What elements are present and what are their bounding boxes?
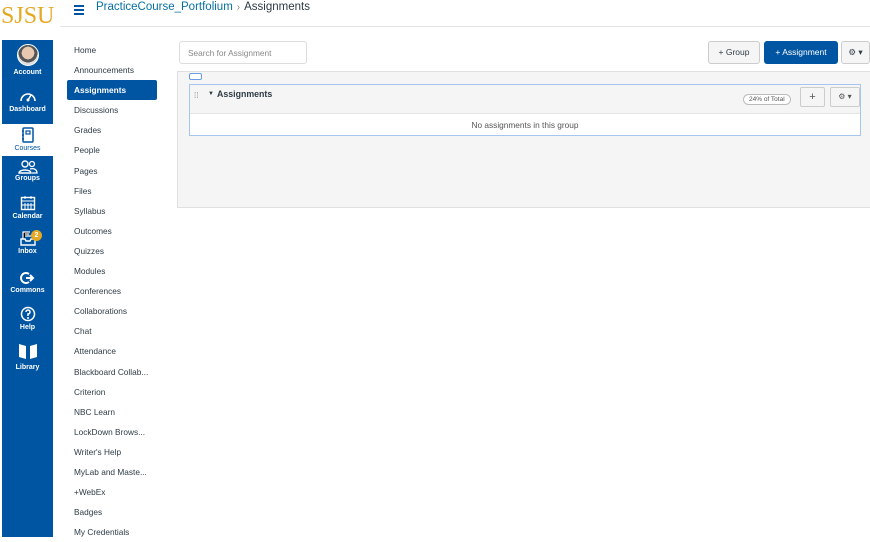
add-assignment-button[interactable]: + Assignment bbox=[764, 41, 838, 64]
global-nav-help[interactable]: Help bbox=[2, 306, 53, 338]
global-nav-label: Library bbox=[15, 364, 40, 371]
global-nav-account[interactable]: Account bbox=[2, 44, 53, 78]
course-nav-item-collaborations[interactable]: Collaborations bbox=[67, 301, 157, 321]
top-bar: PracticeCourse_Portfolium › Assignments bbox=[60, 0, 870, 27]
group-settings-button[interactable]: ⚙ ▾ bbox=[830, 87, 860, 107]
course-nav-item-quizzes[interactable]: Quizzes bbox=[67, 241, 157, 261]
global-nav-label: Account bbox=[13, 69, 42, 76]
settings-gear-button[interactable]: ⚙ ▾ bbox=[841, 41, 870, 64]
global-nav-courses[interactable]: Courses bbox=[2, 124, 53, 156]
calendar-icon bbox=[20, 196, 35, 211]
course-nav-item-files[interactable]: Files bbox=[67, 181, 157, 201]
course-nav-item-conferences[interactable]: Conferences bbox=[67, 281, 157, 301]
global-nav-groups[interactable]: Groups bbox=[2, 160, 53, 192]
course-nav-item-home[interactable]: Home bbox=[67, 40, 157, 60]
global-nav-label: Groups bbox=[15, 175, 40, 182]
global-nav-label: Help bbox=[19, 324, 36, 331]
breadcrumb-course-link[interactable]: PracticeCourse_Portfolium bbox=[96, 1, 233, 13]
global-nav-library[interactable]: Library bbox=[2, 342, 53, 378]
add-assignment-to-group-button[interactable]: + bbox=[800, 87, 825, 107]
search-assignment-input[interactable]: Search for Assignment bbox=[179, 41, 307, 64]
menu-toggle-icon[interactable] bbox=[74, 5, 84, 17]
course-nav-item-announcements[interactable]: Announcements bbox=[67, 60, 157, 80]
course-nav-item-writer-s-help[interactable]: Writer's Help bbox=[67, 442, 157, 462]
inbox-unread-badge: 2 bbox=[31, 230, 42, 241]
course-nav-item-discussions[interactable]: Discussions bbox=[67, 100, 157, 120]
dashboard-icon bbox=[19, 93, 36, 102]
empty-group-message: No assignments in this group bbox=[471, 120, 579, 130]
breadcrumb: PracticeCourse_Portfolium › Assignments bbox=[96, 1, 310, 13]
assignment-group-title: Assignments bbox=[217, 89, 273, 99]
course-nav-item-webex[interactable]: +WebEx bbox=[67, 482, 157, 502]
account-avatar bbox=[16, 44, 39, 66]
courses-icon bbox=[21, 127, 34, 143]
course-nav-item-nbc-learn[interactable]: NBC Learn bbox=[67, 402, 157, 422]
course-nav-item-outcomes[interactable]: Outcomes bbox=[67, 221, 157, 241]
global-nav-commons[interactable]: Commons bbox=[2, 271, 53, 303]
course-nav-item-mylab-and-maste[interactable]: MyLab and Maste... bbox=[67, 462, 157, 482]
breadcrumb-separator: › bbox=[236, 2, 241, 13]
sjsu-logo[interactable]: SJSU bbox=[0, 0, 60, 40]
course-nav-item-lockdown-brows[interactable]: LockDown Brows... bbox=[67, 422, 157, 442]
course-nav-item-grades[interactable]: Grades bbox=[67, 120, 157, 140]
collapse-all-toggle[interactable] bbox=[189, 73, 202, 80]
course-nav-item-attendance[interactable]: Attendance bbox=[67, 341, 157, 361]
course-nav-item-badges[interactable]: Badges bbox=[67, 502, 157, 522]
global-nav-label: Commons bbox=[10, 287, 45, 294]
global-nav-label: Dashboard bbox=[9, 106, 46, 113]
course-nav-item-my-credentials[interactable]: My Credentials bbox=[67, 522, 157, 542]
commons-icon bbox=[19, 272, 34, 284]
drag-handle-icon[interactable]: ⁞⁞ bbox=[194, 91, 198, 100]
course-nav-item-blackboard-collab[interactable]: Blackboard Collab... bbox=[67, 362, 157, 382]
global-nav-label: Courses bbox=[14, 145, 41, 152]
course-nav-item-syllabus[interactable]: Syllabus bbox=[67, 201, 157, 221]
assignment-group: ⁞⁞ ▼ Assignments 24% of Total + ⚙ ▾ No a… bbox=[189, 84, 861, 136]
global-nav-calendar[interactable]: Calendar bbox=[2, 195, 53, 227]
course-nav-item-modules[interactable]: Modules bbox=[67, 261, 157, 281]
global-nav-inbox[interactable]: 2 Inbox bbox=[2, 230, 53, 262]
help-icon bbox=[20, 306, 35, 322]
course-nav-item-criterion[interactable]: Criterion bbox=[67, 382, 157, 402]
course-nav: Home Announcements Assignments Discussions G… bbox=[67, 40, 157, 542]
add-group-button[interactable]: + Group bbox=[708, 41, 760, 64]
group-weight-badge: 24% of Total bbox=[743, 94, 791, 105]
groups-icon bbox=[17, 160, 38, 174]
course-nav-item-assignments[interactable]: Assignments bbox=[67, 80, 157, 101]
global-nav-label: Calendar bbox=[12, 213, 43, 220]
breadcrumb-current: Assignments bbox=[244, 1, 310, 13]
global-nav-label: Inbox bbox=[18, 248, 37, 255]
course-nav-item-pages[interactable]: Pages bbox=[67, 161, 157, 181]
global-nav: Account Dashboard Courses Groups Calenda… bbox=[2, 40, 53, 537]
course-nav-item-people[interactable]: People bbox=[67, 140, 157, 160]
assignment-groups-panel: ⁞⁞ ▼ Assignments 24% of Total + ⚙ ▾ No a… bbox=[177, 71, 870, 208]
course-nav-item-chat[interactable]: Chat bbox=[67, 321, 157, 341]
library-icon bbox=[18, 344, 37, 359]
assignment-group-header[interactable]: ⁞⁞ ▼ Assignments 24% of Total + ⚙ ▾ bbox=[190, 85, 860, 114]
caret-down-icon[interactable]: ▼ bbox=[208, 91, 214, 97]
global-nav-dashboard[interactable]: Dashboard bbox=[2, 88, 53, 122]
